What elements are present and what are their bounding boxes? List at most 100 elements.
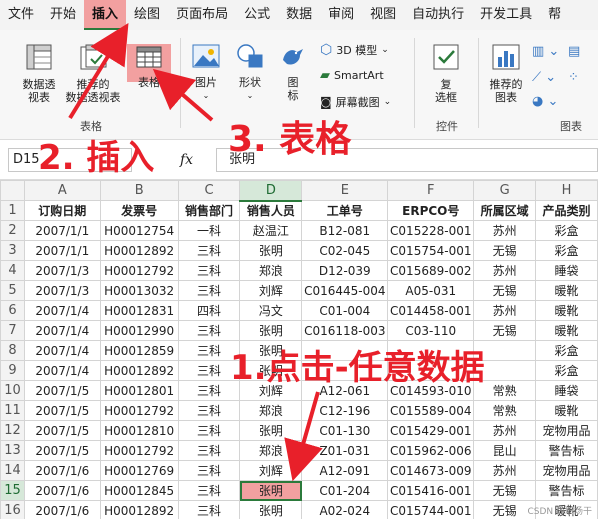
data-cell[interactable]: C01-130 [301, 420, 389, 441]
data-cell[interactable]: 冯文 [239, 300, 303, 321]
row-header[interactable]: 6 [0, 300, 25, 321]
data-cell[interactable]: 2007/1/1 [23, 220, 101, 241]
data-cell[interactable]: 宠物用品 [535, 460, 598, 481]
data-cell[interactable]: Z01-031 [301, 440, 389, 461]
header-cell[interactable]: 销售部门 [177, 200, 241, 221]
menu-tab[interactable]: 页面布局 [168, 0, 236, 30]
row-header[interactable]: 3 [0, 240, 25, 261]
row-header[interactable]: 12 [0, 420, 25, 441]
data-cell[interactable]: C016118-003 [301, 320, 389, 341]
data-cell[interactable]: 暖靴 [535, 320, 598, 341]
data-cell[interactable]: C015962-006 [387, 440, 475, 461]
data-cell[interactable]: H00012892 [99, 240, 179, 261]
recommended-charts-button[interactable]: 推荐的 图表 [484, 42, 528, 104]
fx-icon[interactable]: fx [180, 148, 193, 172]
data-cell[interactable]: 三科 [177, 240, 241, 261]
data-cell[interactable]: 三科 [177, 320, 241, 341]
row-header[interactable]: 11 [0, 400, 25, 421]
data-cell[interactable]: 彩盒 [535, 240, 598, 261]
data-cell[interactable]: 宠物用品 [535, 420, 598, 441]
data-cell[interactable]: 2007/1/4 [23, 340, 101, 361]
header-cell[interactable]: 产品类别 [535, 200, 598, 221]
data-cell[interactable]: 2007/1/1 [23, 240, 101, 261]
data-cell[interactable]: 郑浪 [239, 440, 303, 461]
scatter-chart-icon[interactable]: ⁘ [568, 70, 579, 85]
data-cell[interactable]: 2007/1/5 [23, 440, 101, 461]
data-cell[interactable]: 无锡 [473, 480, 537, 501]
data-cell[interactable]: 一科 [177, 220, 241, 241]
data-cell[interactable]: 苏州 [473, 260, 537, 281]
data-cell[interactable]: 三科 [177, 400, 241, 421]
data-cell[interactable]: 2007/1/5 [23, 400, 101, 421]
header-cell[interactable]: 工单号 [301, 200, 389, 221]
recommended-pivot-button[interactable]: 推荐的 数据透视表 [60, 42, 126, 104]
data-cell[interactable]: C02-045 [301, 240, 389, 261]
shapes-button[interactable]: 形状 ⌄ [230, 42, 270, 102]
data-cell[interactable]: B12-081 [301, 220, 389, 241]
menu-tab[interactable]: 文件 [0, 0, 42, 30]
data-cell[interactable]: H00012792 [99, 440, 179, 461]
data-cell[interactable]: 2007/1/5 [23, 420, 101, 441]
data-cell[interactable]: 郑浪 [239, 260, 303, 281]
data-cell[interactable]: 张明 [239, 420, 303, 441]
data-cell[interactable]: 苏州 [473, 300, 537, 321]
menu-tab[interactable]: 数据 [278, 0, 320, 30]
column-header[interactable]: G [473, 180, 537, 201]
data-cell[interactable]: H00012810 [99, 420, 179, 441]
data-cell[interactable]: A05-031 [387, 280, 475, 301]
data-cell[interactable]: 苏州 [473, 420, 537, 441]
data-cell[interactable]: H00012831 [99, 300, 179, 321]
data-cell[interactable]: H00012859 [99, 340, 179, 361]
menu-tab[interactable]: 绘图 [126, 0, 168, 30]
data-cell[interactable]: 2007/1/6 [23, 480, 101, 501]
data-cell[interactable]: C01-004 [301, 300, 389, 321]
row-header[interactable]: 14 [0, 460, 25, 481]
data-cell[interactable]: C01-204 [301, 480, 389, 501]
data-cell[interactable]: 2007/1/4 [23, 320, 101, 341]
data-cell[interactable]: 苏州 [473, 460, 537, 481]
data-cell[interactable]: A12-091 [301, 460, 389, 481]
icons-button[interactable]: 图 标 [276, 42, 310, 102]
data-cell[interactable]: 刘辉 [239, 280, 303, 301]
data-cell[interactable]: 张明 [239, 240, 303, 261]
data-cell[interactable]: 郑浪 [239, 400, 303, 421]
data-cell[interactable]: 常熟 [473, 400, 537, 421]
bar-chart-icon[interactable]: ▤ [568, 44, 580, 59]
column-header[interactable]: C [177, 180, 241, 201]
data-cell[interactable]: 睡袋 [535, 380, 598, 401]
data-cell[interactable]: 四科 [177, 300, 241, 321]
data-cell[interactable]: C03-110 [387, 320, 475, 341]
header-cell[interactable]: 销售人员 [239, 200, 303, 221]
data-cell[interactable]: H00012990 [99, 320, 179, 341]
row-header[interactable]: 4 [0, 260, 25, 281]
data-cell[interactable]: H00012792 [99, 400, 179, 421]
menu-tab[interactable]: 开始 [42, 0, 84, 30]
data-cell[interactable]: 三科 [177, 460, 241, 481]
column-header[interactable]: A [23, 180, 101, 201]
data-cell[interactable]: 2007/1/4 [23, 300, 101, 321]
menu-tab[interactable]: 插入 [84, 0, 127, 30]
column-header[interactable]: H [535, 180, 598, 201]
column-header[interactable]: E [301, 180, 389, 201]
data-cell[interactable]: 暖靴 [535, 400, 598, 421]
pictures-button[interactable]: 图片 ⌄ [186, 42, 226, 102]
menu-tab[interactable]: 开发工具 [472, 0, 540, 30]
data-cell[interactable]: 2007/1/6 [23, 500, 101, 519]
data-cell[interactable]: H00012892 [99, 500, 179, 519]
data-cell[interactable]: 彩盒 [535, 360, 598, 381]
data-cell[interactable]: 三科 [177, 420, 241, 441]
data-cell[interactable]: 三科 [177, 280, 241, 301]
data-cell[interactable]: 警告标 [535, 480, 598, 501]
data-cell[interactable]: 无锡 [473, 240, 537, 261]
pie-chart-icon[interactable]: ◕ ⌄ [532, 94, 558, 109]
data-cell[interactable]: H00012754 [99, 220, 179, 241]
data-cell[interactable]: C014673-009 [387, 460, 475, 481]
row-header[interactable]: 9 [0, 360, 25, 381]
data-cell[interactable]: 三科 [177, 500, 241, 519]
data-cell[interactable]: 张明 [239, 500, 303, 519]
data-cell[interactable]: C015416-001 [387, 480, 475, 501]
line-chart-icon[interactable]: ⟋ ⌄ [532, 70, 556, 85]
data-cell[interactable]: C015228-001 [387, 220, 475, 241]
data-cell[interactable]: H00012845 [99, 480, 179, 501]
data-cell[interactable]: 2007/1/5 [23, 380, 101, 401]
